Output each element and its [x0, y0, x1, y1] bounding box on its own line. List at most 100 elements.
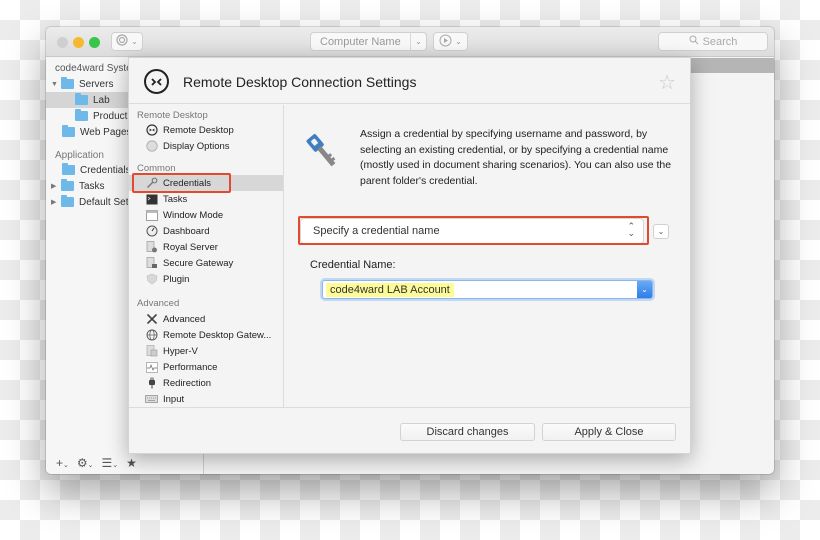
- nav-item-label: Hyper-V: [163, 345, 198, 357]
- nav-item-input[interactable]: Input: [129, 391, 283, 407]
- minimize-window-button[interactable]: [73, 37, 84, 48]
- tree-item-label: Servers: [79, 78, 114, 90]
- chevron-down-icon: ⌄: [455, 37, 462, 46]
- tree-item-label: Default Sett: [79, 196, 132, 208]
- folder-icon: [61, 179, 74, 191]
- combobox-dropdown-button[interactable]: ⌄: [637, 281, 652, 298]
- chevron-down-icon: ⌄: [657, 227, 665, 236]
- nav-item-label: Advanced: [163, 313, 206, 325]
- nav-item-label: Plugin: [163, 273, 190, 285]
- tree-item-default-settings[interactable]: ▶ Default Sett: [51, 194, 131, 210]
- collapsed-arrow-icon[interactable]: ▶: [51, 198, 61, 206]
- chevron-down-icon: ⌄: [87, 462, 94, 469]
- folder-icon: [61, 77, 74, 89]
- favorites-button[interactable]: ★: [126, 456, 137, 470]
- window-icon: [145, 209, 158, 222]
- nav-section-remote-desktop: Remote Desktop: [137, 110, 208, 121]
- nav-item-secure-gateway[interactable]: Secure Gateway: [129, 255, 283, 271]
- tree-item-tasks[interactable]: ▶ Tasks: [51, 178, 105, 194]
- plus-icon: +: [56, 456, 64, 470]
- folder-icon: [61, 195, 74, 207]
- collapsed-arrow-icon[interactable]: ▶: [51, 182, 61, 190]
- tree-root-label: code4ward Syste: [55, 63, 132, 74]
- credential-options-dropdown[interactable]: ⌄: [653, 224, 669, 239]
- nav-item-label: Tasks: [163, 193, 188, 205]
- column-header: [690, 58, 774, 73]
- computer-name-dropdown[interactable]: ⌄: [410, 32, 427, 51]
- nav-item-label: Performance: [163, 361, 218, 373]
- performance-icon: [145, 361, 158, 374]
- credential-name-value: code4ward LAB Account: [326, 282, 454, 297]
- folder-icon: [75, 109, 88, 121]
- tree-item-web-pages[interactable]: Web Pages: [62, 124, 132, 140]
- nav-item-hyper-v[interactable]: Hyper-V: [129, 343, 283, 359]
- tree-item-label: Tasks: [79, 180, 105, 192]
- nav-item-advanced[interactable]: Advanced: [129, 311, 283, 327]
- nav-item-royal-server[interactable]: Royal Server: [129, 239, 283, 255]
- maximize-window-button[interactable]: [89, 37, 100, 48]
- star-icon: ★: [126, 456, 137, 470]
- settings-button[interactable]: ⚙⌄: [77, 456, 94, 470]
- nav-item-label: Input: [163, 393, 185, 405]
- tree-item-label: Producti: [93, 110, 130, 122]
- list-icon: ☰: [101, 456, 113, 470]
- tools-icon: [145, 313, 158, 326]
- nav-item-redirection[interactable]: Redirection: [129, 375, 283, 391]
- mode-select-highlight-annotation: [298, 216, 649, 245]
- tree-bottom-toolbar: +⌄ ⚙⌄ ☰⌄ ★: [46, 452, 204, 474]
- apply-close-button[interactable]: Apply & Close: [542, 423, 676, 441]
- nav-item-window-mode[interactable]: Window Mode: [129, 207, 283, 223]
- key-icon: [301, 133, 343, 175]
- nav-item-label: Dashboard: [163, 225, 210, 237]
- connect-menu-button[interactable]: ⌄: [111, 32, 143, 51]
- settings-navigation: Remote Desktop Remote Desktop Display Op…: [129, 105, 284, 407]
- play-button[interactable]: ⌄: [433, 32, 468, 51]
- tree-item-credentials[interactable]: Credentials: [62, 162, 131, 178]
- view-options-button[interactable]: ☰⌄: [102, 456, 119, 470]
- terminal-icon: [145, 193, 158, 206]
- search-icon: [689, 35, 699, 48]
- chevron-down-icon: ⌄: [415, 37, 422, 46]
- dialog-footer: Discard changes Apply & Close: [129, 407, 690, 455]
- plug-icon: [145, 377, 158, 390]
- play-circle-icon: [439, 34, 452, 50]
- tree-item-label: Web Pages: [80, 126, 132, 138]
- nav-item-remote-desktop-gateway[interactable]: Remote Desktop Gatew...: [129, 327, 283, 343]
- keyboard-icon: [145, 393, 158, 406]
- tree-item-label: Lab: [93, 94, 110, 106]
- credential-name-combobox[interactable]: code4ward LAB Account ⌄: [322, 280, 653, 299]
- nav-item-label: Redirection: [163, 377, 212, 389]
- gateway-icon: [145, 257, 158, 270]
- tree-item-label: Credentials: [80, 164, 131, 176]
- chevron-down-icon: ⌄: [63, 462, 69, 469]
- server-icon: [145, 241, 158, 254]
- credentials-panel: Assign a credential by specifying userna…: [285, 105, 690, 407]
- favorite-star-icon[interactable]: ☆: [658, 70, 676, 95]
- display-options-icon: [145, 140, 158, 153]
- dialog-header: Remote Desktop Connection Settings ☆: [129, 58, 690, 104]
- nav-item-remote-desktop[interactable]: Remote Desktop: [129, 122, 283, 138]
- folder-icon: [62, 125, 75, 137]
- close-window-button[interactable]: [57, 37, 68, 48]
- gear-icon: ⚙: [76, 456, 88, 470]
- search-placeholder: Search: [702, 35, 738, 48]
- nav-item-label: Secure Gateway: [163, 257, 234, 269]
- nav-item-tasks[interactable]: Tasks: [129, 191, 283, 207]
- credentials-highlight-annotation: [132, 173, 231, 193]
- expanded-arrow-icon[interactable]: ▼: [51, 81, 61, 88]
- nav-item-label: Royal Server: [163, 241, 218, 253]
- nav-item-plugin[interactable]: Plugin: [129, 271, 283, 287]
- chevron-down-icon: ⌄: [641, 285, 648, 294]
- nav-item-performance[interactable]: Performance: [129, 359, 283, 375]
- royal-logo-icon: [116, 34, 128, 49]
- nav-item-dashboard[interactable]: Dashboard: [129, 223, 283, 239]
- computer-name-placeholder: Computer Name: [320, 35, 401, 48]
- add-button[interactable]: +⌄: [56, 456, 69, 470]
- nav-item-label: Remote Desktop: [163, 124, 234, 136]
- nav-item-label: Remote Desktop Gatew...: [163, 329, 272, 341]
- search-input[interactable]: Search: [658, 32, 768, 51]
- tree-item-production[interactable]: Producti: [75, 108, 130, 124]
- nav-item-display-options[interactable]: Display Options: [129, 138, 283, 154]
- discard-changes-button[interactable]: Discard changes: [400, 423, 535, 441]
- dialog-title: Remote Desktop Connection Settings: [183, 74, 417, 90]
